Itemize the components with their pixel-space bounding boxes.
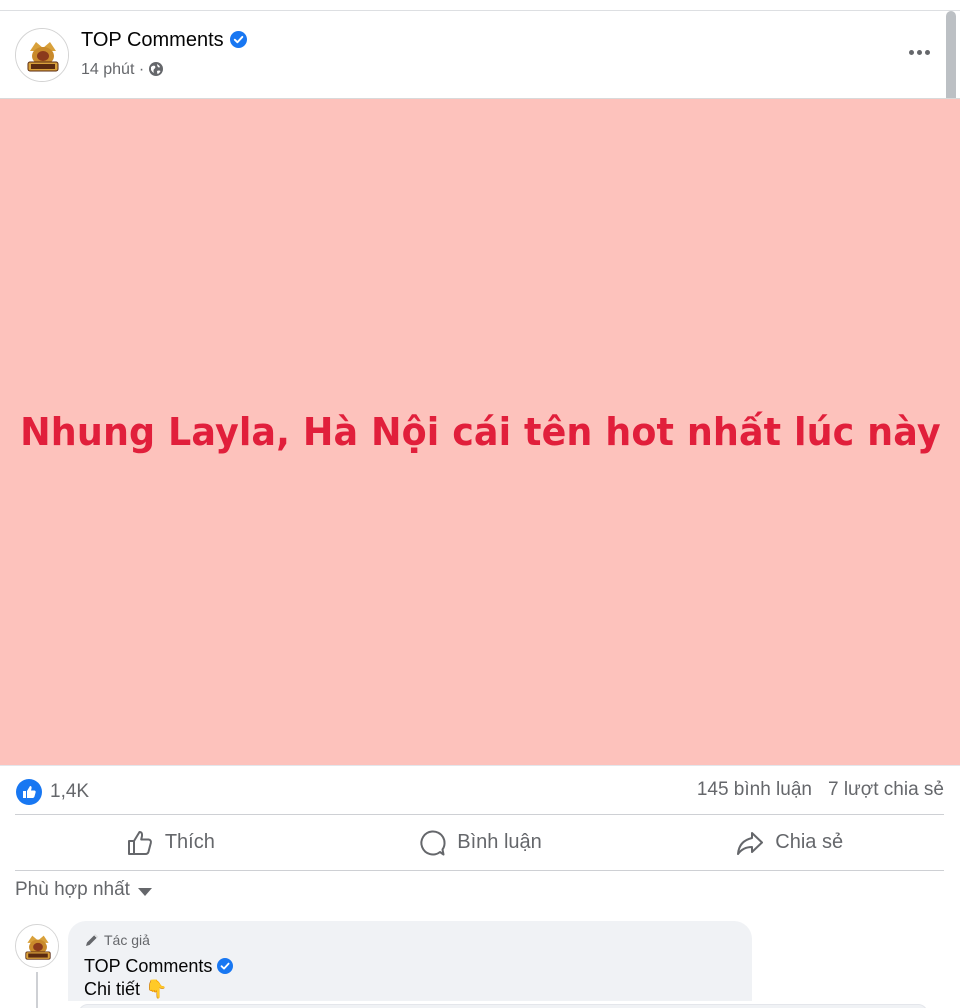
share-icon bbox=[737, 831, 764, 855]
like-icon bbox=[127, 830, 152, 855]
post-stats: 1,4K 145 bình luận 7 lượt chia sẻ bbox=[0, 766, 944, 814]
divider bbox=[15, 870, 944, 871]
comment-author-name[interactable]: TOP Comments bbox=[84, 956, 234, 977]
more-options-button[interactable] bbox=[904, 41, 934, 63]
page-name-label[interactable]: TOP Comments bbox=[81, 29, 224, 51]
page-name[interactable]: TOP Comments bbox=[81, 29, 247, 52]
like-button-label: Thích bbox=[164, 831, 215, 853]
sort-label: Phù hợp nhất bbox=[15, 879, 130, 900]
comment-input-box[interactable] bbox=[78, 1004, 928, 1008]
like-reaction-icon[interactable] bbox=[16, 779, 42, 805]
dot-icon bbox=[916, 49, 922, 55]
dot-icon bbox=[924, 49, 930, 55]
comment-avatar[interactable] bbox=[15, 924, 59, 968]
comment-author-label[interactable]: TOP Comments bbox=[84, 956, 212, 976]
page-avatar[interactable] bbox=[15, 28, 69, 82]
comment-button-label: Bình luận bbox=[457, 831, 542, 853]
comment-sort-dropdown[interactable]: Phù hợp nhất bbox=[15, 879, 152, 901]
globe-icon[interactable] bbox=[148, 61, 164, 77]
verified-icon bbox=[229, 31, 247, 48]
like-button[interactable]: Thích bbox=[15, 815, 325, 870]
post-header: TOP Comments 14 phút · bbox=[0, 11, 944, 98]
meta-separator: · bbox=[138, 61, 145, 78]
dot-icon bbox=[908, 49, 914, 55]
verified-icon bbox=[217, 958, 234, 974]
action-bar: Thích Bình luận Chia sẻ bbox=[15, 815, 944, 870]
comment-bubble: Tác giả TOP Comments Chi tiết 👇 bbox=[68, 921, 752, 1008]
comment-count[interactable]: 145 bình luận bbox=[697, 779, 812, 800]
comment-text: Chi tiết 👇 bbox=[84, 979, 168, 999]
stats-counts: 145 bình luận 7 lượt chia sẻ bbox=[697, 779, 944, 801]
post-image[interactable]: Nhung Layla, Hà Nội cái tên hot nhất lúc… bbox=[0, 98, 960, 766]
caret-down-icon bbox=[137, 887, 152, 896]
share-button-label: Chia sẻ bbox=[775, 831, 844, 853]
pencil-icon bbox=[86, 934, 98, 946]
share-count[interactable]: 7 lượt chia sẻ bbox=[828, 779, 944, 800]
comment-icon bbox=[420, 829, 446, 855]
reaction-count[interactable]: 1,4K bbox=[50, 781, 89, 803]
share-button[interactable]: Chia sẻ bbox=[634, 815, 944, 870]
author-badge: Tác giả bbox=[84, 932, 150, 948]
comment-button[interactable]: Bình luận bbox=[325, 815, 635, 870]
thread-line bbox=[36, 972, 38, 1008]
post-meta: 14 phút · bbox=[81, 61, 164, 79]
post-image-text: Nhung Layla, Hà Nội cái tên hot nhất lúc… bbox=[19, 410, 941, 454]
post-time[interactable]: 14 phút bbox=[81, 61, 134, 78]
author-badge-label: Tác giả bbox=[104, 932, 150, 948]
